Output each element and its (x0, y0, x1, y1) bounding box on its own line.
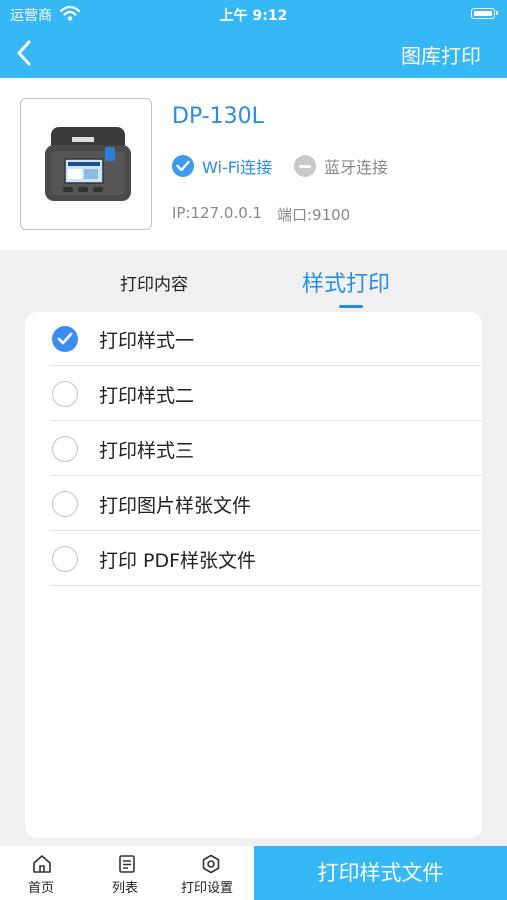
printer-illustration (45, 127, 131, 201)
divider (50, 530, 482, 531)
option-pdf-sample[interactable]: 打印 PDF样张文件 (25, 532, 482, 586)
option-image-sample[interactable]: 打印图片样张文件 (25, 477, 482, 531)
battery-icon (471, 8, 498, 19)
print-mode-tabs: 打印内容 样式打印 (0, 250, 507, 315)
device-card: DP-130L Wi-Fi连接 蓝牙连接 IP:127.0.0.1 端口:910… (0, 78, 507, 250)
tab-home-label: 首页 (28, 881, 55, 896)
print-style-file-button[interactable]: 打印样式文件 (254, 846, 507, 900)
radio-unchecked-icon (52, 546, 78, 572)
unchecked-minus-icon (294, 155, 316, 177)
tab-label: 样式打印 (302, 272, 391, 297)
bluetooth-connection-label: 蓝牙连接 (324, 158, 389, 177)
tab-print-content[interactable]: 打印内容 (110, 250, 205, 310)
divider (50, 475, 482, 476)
bluetooth-connection-option[interactable]: 蓝牙连接 (294, 154, 388, 178)
radio-unchecked-icon (52, 491, 78, 517)
option-style-3[interactable]: 打印样式三 (25, 422, 482, 476)
active-tab-indicator (339, 305, 363, 308)
option-style-1[interactable]: 打印样式一 (25, 312, 482, 366)
nav-bar: 图库打印 (0, 28, 507, 78)
option-label: 打印样式一 (99, 330, 195, 352)
tab-list[interactable]: 列表 (107, 846, 147, 900)
checked-circle-icon (172, 155, 194, 177)
option-style-2[interactable]: 打印样式二 (25, 367, 482, 421)
option-label: 打印 PDF样张文件 (99, 550, 257, 572)
divider (50, 420, 482, 421)
tab-list-label: 列表 (112, 881, 139, 896)
tab-print-settings[interactable]: 打印设置 (176, 846, 246, 900)
status-bar: 运营商 上午 9:12 (0, 0, 507, 28)
device-port: 端口:9100 (277, 206, 351, 224)
tab-home[interactable]: 首页 (22, 846, 62, 900)
list-icon (119, 855, 135, 873)
option-label: 打印图片样张文件 (99, 495, 252, 517)
option-label: 打印样式二 (99, 385, 195, 407)
home-icon (33, 855, 51, 873)
back-chevron-icon[interactable] (12, 38, 36, 68)
radio-unchecked-icon (52, 381, 78, 407)
radio-checked-icon (52, 326, 78, 352)
page-title: 图库打印 (401, 44, 481, 68)
settings-gear-icon (202, 854, 220, 874)
printer-image (20, 98, 152, 230)
wifi-connection-label: Wi-Fi连接 (202, 158, 273, 177)
divider (50, 585, 482, 586)
tab-settings-label: 打印设置 (181, 881, 234, 896)
option-label: 打印样式三 (99, 440, 195, 462)
wifi-connection-option[interactable]: Wi-Fi连接 (172, 154, 272, 178)
device-ip: IP:127.0.0.1 (172, 204, 263, 222)
device-name: DP-130L (172, 104, 264, 129)
tab-style-print[interactable]: 样式打印 (296, 250, 406, 310)
status-time: 上午 9:12 (219, 8, 288, 24)
radio-unchecked-icon (52, 436, 78, 462)
tab-label: 打印内容 (120, 275, 188, 295)
divider (50, 365, 482, 366)
